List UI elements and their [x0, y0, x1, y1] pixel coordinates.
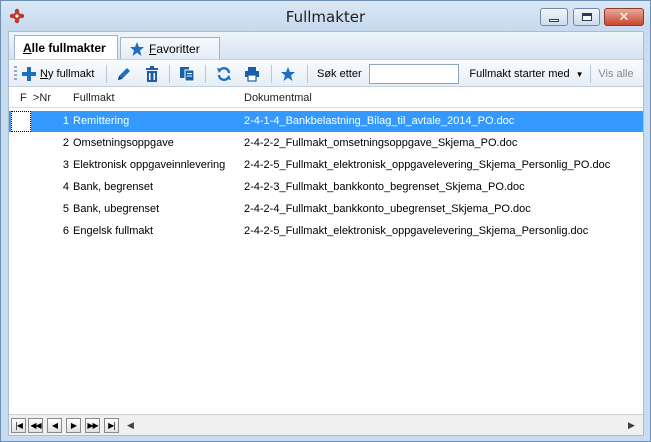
row-nr: 5	[62, 203, 69, 215]
focus-cell[interactable]	[11, 111, 31, 132]
close-button[interactable]: ✕	[604, 8, 644, 26]
minimize-icon	[549, 18, 559, 22]
row-dokumentmal: 2-4-2-3_Fullmakt_bankkonto_begrenset_Skj…	[244, 181, 525, 193]
column-header-dokumentmal[interactable]: Dokumentmal	[244, 92, 312, 104]
grid-header: F >Nr Fullmakt Dokumentmal	[9, 88, 643, 108]
toolbar-separator	[590, 65, 591, 83]
delete-button[interactable]	[141, 64, 163, 84]
row-fullmakt: Bank, begrenset	[73, 181, 154, 193]
row-fullmakt: Elektronisk oppgaveinnlevering	[73, 159, 226, 171]
add-favorite-button[interactable]	[277, 64, 299, 84]
title-bar[interactable]: Fullmakter ✕	[1, 1, 650, 30]
copy-icon	[179, 66, 195, 82]
search-label: Søk etter	[317, 68, 362, 80]
scroll-left-icon[interactable]: ◀	[123, 418, 138, 433]
previous-record-icon[interactable]: ◀	[47, 418, 62, 433]
last-record-icon[interactable]: ▶|	[104, 418, 119, 433]
first-record-icon[interactable]: |◀	[11, 418, 26, 433]
row-fullmakt: Engelsk fullmakt	[73, 225, 154, 237]
row-dokumentmal: 2-4-2-5_Fullmakt_elektronisk_oppgaveleve…	[244, 159, 611, 171]
tab-favorites[interactable]: Favoritter	[120, 37, 220, 59]
search-input[interactable]	[369, 64, 459, 84]
new-authorization-button[interactable]: Ny fullmakt	[22, 64, 94, 84]
next-page-icon[interactable]: ▶▶	[85, 418, 100, 433]
close-icon: ✕	[618, 9, 630, 25]
row-nr: 4	[62, 181, 69, 193]
pencil-icon	[116, 66, 132, 82]
table-row[interactable]: 3 Elektronisk oppgaveinnlevering 2-4-2-5…	[9, 155, 643, 176]
filter-mode-dropdown[interactable]: Fullmakt starter med ▼	[466, 64, 587, 84]
refresh-icon	[216, 66, 232, 82]
row-dokumentmal: 2-4-2-2_Fullmakt_omsetningsoppgave_Skjem…	[244, 137, 518, 149]
toolbar-separator	[106, 65, 107, 83]
tab-label: Favoritter	[149, 41, 200, 56]
toolbar: Ny fullmakt Søk etter Fullmakt starter m…	[9, 59, 643, 87]
new-button-label: Ny fullmakt	[40, 68, 95, 80]
row-nr: 1	[62, 115, 69, 127]
tab-label: Alle fullmakter	[23, 41, 106, 55]
star-icon	[280, 66, 296, 82]
row-dokumentmal: 2-4-1-4_Bankbelastning_Bilag_til_avtale_…	[244, 115, 515, 127]
row-nr: 2	[62, 137, 69, 149]
row-nr: 6	[62, 225, 69, 237]
row-fullmakt: Omsetningsoppgave	[73, 137, 174, 149]
row-dokumentmal: 2-4-2-4_Fullmakt_bankkonto_ubegrenset_Sk…	[244, 203, 531, 215]
tab-strip: Alle fullmakter Favoritter	[9, 32, 643, 60]
previous-page-icon[interactable]: ◀◀	[28, 418, 43, 433]
authorizations-grid: F >Nr Fullmakt Dokumentmal 1 Remittering…	[9, 88, 643, 413]
tab-all-authorizations[interactable]: Alle fullmakter	[14, 35, 118, 60]
table-row[interactable]: 2 Omsetningsoppgave 2-4-2-2_Fullmakt_oms…	[9, 133, 643, 154]
chevron-down-icon: ▼	[575, 69, 584, 79]
horizontal-scrollbar[interactable]: ◀ ▶	[123, 418, 639, 433]
toolbar-separator	[271, 65, 272, 83]
toolbar-grip[interactable]	[14, 66, 17, 82]
edit-button[interactable]	[113, 64, 135, 84]
table-row[interactable]: 4 Bank, begrenset 2-4-2-3_Fullmakt_bankk…	[9, 177, 643, 198]
toolbar-separator	[169, 65, 170, 83]
trash-icon	[144, 66, 160, 82]
toolbar-separator	[307, 65, 308, 83]
show-all-button[interactable]: Vis alle	[593, 64, 639, 84]
next-record-icon[interactable]: ▶	[66, 418, 81, 433]
minimize-button[interactable]	[540, 8, 568, 26]
column-header-fullmakt[interactable]: Fullmakt	[73, 92, 115, 104]
table-row[interactable]: 5 Bank, ubegrenset 2-4-2-4_Fullmakt_bank…	[9, 199, 643, 220]
copy-button[interactable]	[176, 64, 198, 84]
column-header-f[interactable]: F	[20, 92, 27, 104]
row-nr: 3	[62, 159, 69, 171]
app-window: Fullmakter ✕ Alle fullmakter Favoritter	[0, 0, 651, 442]
record-navigator: |◀ ◀◀ ◀ ▶ ▶▶ ▶| ◀ ▶	[9, 414, 643, 435]
scroll-right-icon[interactable]: ▶	[624, 418, 639, 433]
maximize-button[interactable]	[573, 8, 600, 26]
row-fullmakt: Remittering	[73, 115, 130, 127]
star-icon	[129, 41, 145, 57]
column-header-nr[interactable]: >Nr	[33, 92, 51, 104]
plus-icon	[22, 67, 36, 81]
table-row[interactable]: 1 Remittering 2-4-1-4_Bankbelastning_Bil…	[9, 111, 643, 132]
print-button[interactable]	[241, 64, 263, 84]
row-dokumentmal: 2-4-2-5_Fullmakt_elektronisk_oppgaveleve…	[244, 225, 589, 237]
refresh-button[interactable]	[213, 64, 235, 84]
toolbar-separator	[205, 65, 206, 83]
maximize-icon	[581, 13, 592, 21]
client-area: Alle fullmakter Favoritter Ny fullmakt S…	[8, 31, 644, 436]
row-fullmakt: Bank, ubegrenset	[73, 203, 160, 215]
printer-icon	[244, 66, 260, 82]
table-row[interactable]: 6 Engelsk fullmakt 2-4-2-5_Fullmakt_elek…	[9, 221, 643, 242]
filter-mode-value: Fullmakt starter med	[469, 68, 570, 80]
